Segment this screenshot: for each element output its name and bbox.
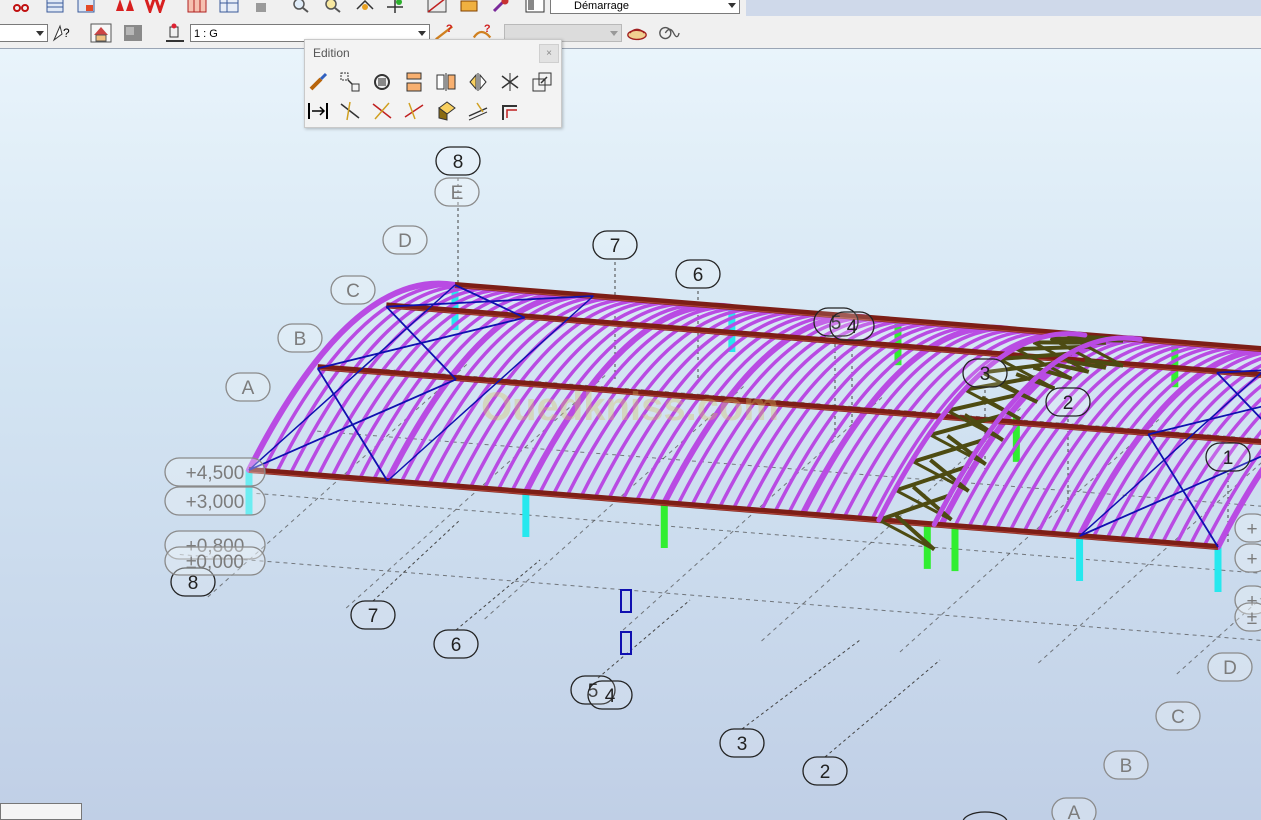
grid-number-label: 6 [693, 265, 704, 286]
level-label: ±0,000 [186, 552, 244, 573]
grid-number-label: 8 [188, 573, 199, 594]
grid-number-label: 3 [737, 734, 748, 755]
grid-letter-label: D [398, 231, 412, 252]
grid-icon[interactable] [186, 0, 208, 16]
wave-icon[interactable] [658, 22, 680, 44]
grid-leader [372, 519, 461, 602]
grid-leader [741, 639, 861, 730]
wrench-icon[interactable] [490, 0, 512, 16]
structure-icon[interactable] [426, 0, 448, 16]
column [1214, 547, 1222, 592]
status-tab[interactable] [0, 803, 82, 820]
house-view-icon[interactable] [90, 22, 112, 44]
scale-selector-value: 1 : G [194, 28, 218, 40]
help-pointer-icon[interactable]: ? [52, 22, 74, 44]
divide-icon[interactable] [337, 98, 363, 124]
svg-text:?: ? [484, 23, 491, 35]
intersect-icon[interactable] [497, 69, 523, 95]
cut-icon[interactable] [10, 0, 32, 16]
grid-number-label: 2 [820, 762, 831, 783]
grid-number-label: 6 [451, 635, 462, 656]
zoom-window-icon[interactable] [322, 0, 344, 16]
grid-letter-label: B [294, 329, 307, 350]
column [522, 492, 530, 537]
column [1076, 536, 1084, 581]
grid-number-label: 8 [453, 152, 464, 173]
section-shape-icon[interactable] [626, 22, 648, 44]
level-label: + [1246, 519, 1257, 540]
offset-icon[interactable] [465, 98, 491, 124]
grid-number-label: 2 [1063, 393, 1074, 414]
toolbar-row-1: Démarrage [0, 0, 746, 16]
grid-labels: 876543218765432ABCDEDCBA+4,500+3,000+0,8… [164, 146, 1261, 820]
level-icon[interactable] [164, 22, 186, 44]
chevron-down-icon [724, 0, 739, 13]
table-edit-icon[interactable] [75, 0, 97, 16]
level-label: + [1246, 549, 1257, 570]
layout-icon[interactable] [524, 0, 546, 16]
scale-icon[interactable] [529, 69, 555, 95]
lock-icon[interactable] [250, 0, 272, 16]
grid-leader [824, 659, 941, 758]
grid-number-label: 7 [610, 236, 621, 257]
load-arrows-2-icon[interactable] [144, 0, 166, 16]
grid-number-label: 4 [605, 686, 616, 707]
grid-letter-label: A [242, 378, 255, 399]
extrude-icon[interactable] [433, 98, 459, 124]
loads-icon[interactable] [458, 0, 480, 16]
mirror-icon[interactable] [433, 69, 459, 95]
support-symbol [620, 589, 632, 613]
brush-icon[interactable] [305, 69, 331, 95]
column [951, 526, 959, 572]
grid-letter-label: E [451, 183, 464, 204]
grid-number-label: 7 [368, 606, 379, 627]
layout-selector[interactable]: Démarrage [550, 0, 740, 14]
column [660, 503, 668, 548]
grid-lines [179, 178, 1261, 758]
svg-text:?: ? [63, 26, 70, 40]
view-3d-icon[interactable] [354, 0, 376, 16]
translate-icon[interactable] [401, 69, 427, 95]
extend-icon[interactable] [305, 98, 331, 124]
grid-letter-label: A [1068, 803, 1081, 820]
grid-line-letter [179, 554, 1261, 641]
grid-letter-label: B [1120, 756, 1133, 777]
grid-number-label: 1 [1223, 448, 1234, 469]
move-copy-icon[interactable] [337, 69, 363, 95]
chevron-down-icon [606, 25, 621, 41]
trim-icon[interactable] [401, 98, 427, 124]
chevron-down-icon [32, 25, 47, 41]
corner-icon[interactable] [497, 98, 523, 124]
grid-number-label: 4 [847, 317, 858, 338]
edition-palette[interactable]: Edition × [304, 39, 562, 128]
level-label: ± [1247, 608, 1257, 629]
grid-number-bubble-partial [962, 811, 1008, 820]
layout-selector-value: Démarrage [574, 0, 630, 12]
support-symbol [620, 631, 632, 655]
grid-leader [455, 559, 541, 631]
table-icon[interactable] [44, 0, 66, 16]
grid-number-label: 3 [980, 364, 991, 385]
close-button[interactable]: × [539, 44, 559, 63]
selection-combo[interactable] [0, 24, 48, 42]
spreadsheet-icon[interactable] [218, 0, 240, 16]
palette-title: Edition [313, 46, 350, 60]
watermark: Ouedkniss.com [481, 385, 779, 429]
grid-letter-label: C [346, 281, 360, 302]
structure-3d-view[interactable]: Ouedkniss.com 876543218765432ABCDEDCBA+4… [0, 49, 1261, 820]
node-icon[interactable] [384, 0, 406, 16]
load-arrows-icon[interactable] [114, 0, 136, 16]
symmetry-icon[interactable] [465, 69, 491, 95]
rotate-icon[interactable] [369, 69, 395, 95]
cut-bars-icon[interactable] [369, 98, 395, 124]
level-label: +4,500 [186, 463, 245, 484]
level-label: +3,000 [186, 492, 245, 513]
toolbar-row-2: ? 1 : G ? ? [0, 16, 1261, 49]
screen-capture-icon[interactable] [122, 22, 144, 44]
structure-model[interactable]: Ouedkniss.com 876543218765432ABCDEDCBA+4… [0, 49, 1261, 820]
grid-letter-label: C [1171, 707, 1185, 728]
grid-letter-label: D [1223, 658, 1237, 679]
svg-text:?: ? [446, 23, 453, 35]
zoom-icon[interactable] [290, 0, 312, 16]
